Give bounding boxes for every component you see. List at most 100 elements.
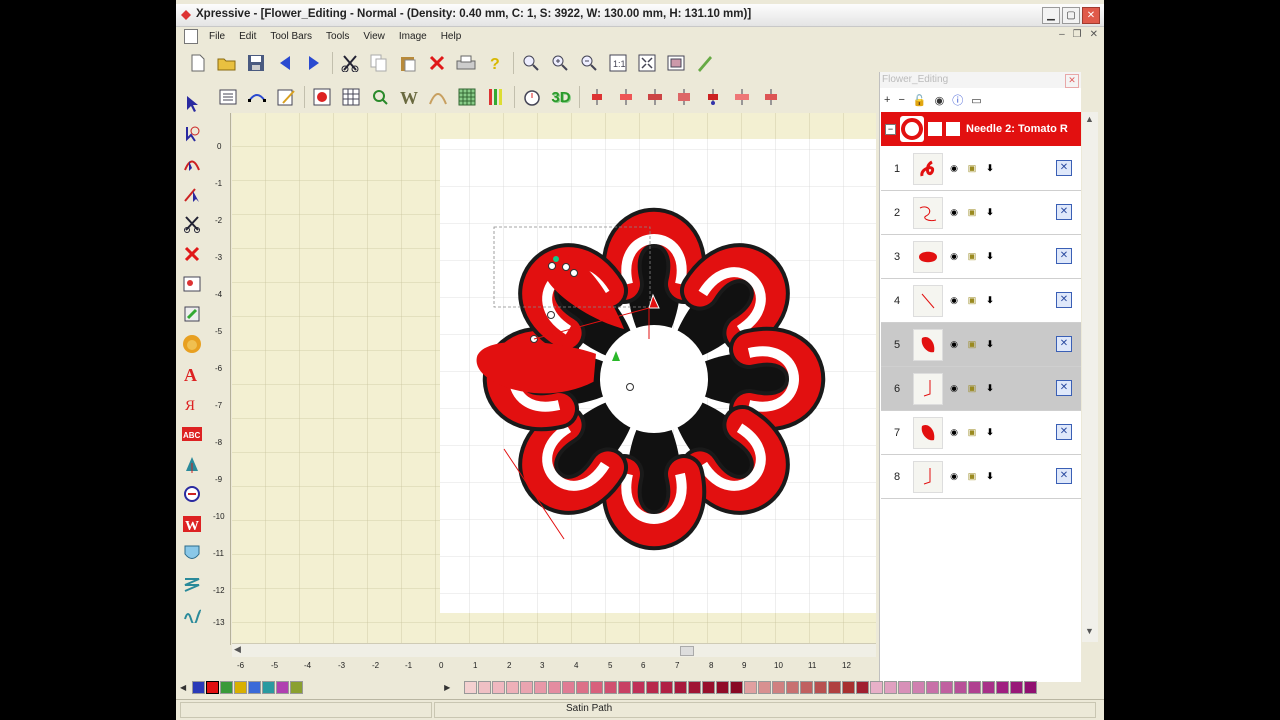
down-arrow-icon[interactable]: ⬇ bbox=[983, 250, 997, 264]
delete-object-icon[interactable]: ✕ bbox=[1056, 204, 1072, 220]
scroll-right-icon[interactable]: ▶ bbox=[444, 683, 450, 692]
scroll-thumb[interactable] bbox=[680, 646, 694, 656]
close-button[interactable]: ✕ bbox=[1082, 7, 1100, 24]
palette-swatch[interactable] bbox=[814, 681, 828, 694]
copy-button[interactable] bbox=[367, 52, 391, 74]
arc-button[interactable] bbox=[426, 86, 450, 108]
thread-swatch[interactable] bbox=[220, 681, 234, 694]
select-tool[interactable] bbox=[180, 92, 204, 115]
menu-edit[interactable]: Edit bbox=[232, 31, 263, 42]
delete-object-icon[interactable]: ✕ bbox=[1056, 468, 1072, 484]
lock-icon[interactable]: ▣ bbox=[965, 162, 979, 176]
palette-swatch[interactable] bbox=[674, 681, 688, 694]
stopwatch-button[interactable] bbox=[520, 86, 544, 108]
image-tool[interactable] bbox=[180, 272, 204, 295]
palette-swatch[interactable] bbox=[828, 681, 842, 694]
palette-swatch[interactable] bbox=[618, 681, 632, 694]
palette-swatch[interactable] bbox=[478, 681, 492, 694]
palette-swatch[interactable] bbox=[744, 681, 758, 694]
palette-swatch[interactable] bbox=[702, 681, 716, 694]
palette-swatch[interactable] bbox=[940, 681, 954, 694]
scroll-left-icon[interactable]: ◀ bbox=[180, 683, 186, 692]
thread-swatch[interactable] bbox=[248, 681, 262, 694]
palette-swatch[interactable] bbox=[506, 681, 520, 694]
palette-swatch[interactable] bbox=[562, 681, 576, 694]
down-arrow-icon[interactable]: ⬇ bbox=[983, 470, 997, 484]
palette-swatch[interactable] bbox=[898, 681, 912, 694]
satin-tool[interactable]: W bbox=[180, 512, 204, 535]
eye-icon[interactable]: ◉ bbox=[947, 470, 961, 484]
needle-1-button[interactable] bbox=[585, 86, 609, 108]
palette-swatch[interactable] bbox=[926, 681, 940, 694]
eye-icon[interactable]: ◉ bbox=[947, 382, 961, 396]
palette-swatch[interactable] bbox=[688, 681, 702, 694]
forward-button[interactable] bbox=[302, 52, 326, 74]
zoom-button[interactable] bbox=[519, 52, 543, 74]
needle-2-button[interactable] bbox=[614, 86, 638, 108]
open-button[interactable] bbox=[215, 52, 239, 74]
down-arrow-icon[interactable]: ⬇ bbox=[983, 162, 997, 176]
lock-icon[interactable]: ▣ bbox=[965, 250, 979, 264]
palette-swatch[interactable] bbox=[716, 681, 730, 694]
expand-icon[interactable]: + bbox=[884, 94, 890, 106]
delete-button[interactable] bbox=[425, 52, 449, 74]
palette-swatch[interactable] bbox=[954, 681, 968, 694]
menu-view[interactable]: View bbox=[356, 31, 392, 42]
eye-icon[interactable]: ◉ bbox=[947, 338, 961, 352]
edit-handle[interactable] bbox=[570, 269, 578, 277]
magnify-button[interactable] bbox=[368, 86, 392, 108]
object-row[interactable]: 7 ◉ ▣ ⬇ ✕ bbox=[881, 411, 1081, 455]
eye-icon[interactable]: ◉ bbox=[935, 94, 945, 107]
abc-tool[interactable]: ABC bbox=[180, 422, 204, 445]
needle-4-button[interactable] bbox=[672, 86, 696, 108]
camera-icon[interactable]: ▭ bbox=[971, 94, 981, 107]
fill-tool[interactable] bbox=[180, 452, 204, 475]
palette-swatch[interactable] bbox=[604, 681, 618, 694]
panel-scrollbar[interactable]: ▲ ▼ bbox=[1082, 112, 1098, 642]
delete-node-tool[interactable] bbox=[180, 242, 204, 265]
needle-5-button[interactable] bbox=[701, 86, 725, 108]
hoop-grid-button[interactable] bbox=[455, 86, 479, 108]
zoom-out-button[interactable] bbox=[577, 52, 601, 74]
help-button[interactable]: ? bbox=[483, 52, 507, 74]
object-row-selected[interactable]: 5 ◉ ▣ ⬇ ✕ bbox=[881, 323, 1081, 367]
palette-swatch[interactable] bbox=[520, 681, 534, 694]
lock-icon[interactable]: 🔓 bbox=[913, 94, 927, 107]
delete-object-icon[interactable]: ✕ bbox=[1056, 292, 1072, 308]
menu-tools[interactable]: Tools bbox=[319, 31, 356, 42]
mdi-restore-button[interactable]: ❐ bbox=[1073, 29, 1082, 40]
collapse-box-icon[interactable]: − bbox=[885, 123, 896, 135]
color-picker-button[interactable] bbox=[310, 86, 334, 108]
object-row[interactable]: 4 ◉ ▣ ⬇ ✕ bbox=[881, 279, 1081, 323]
object-row[interactable]: 1 ◉ ▣ ⬇ ✕ bbox=[881, 147, 1081, 191]
palette-swatch[interactable] bbox=[548, 681, 562, 694]
run-tool[interactable] bbox=[180, 482, 204, 505]
object-row-selected[interactable]: 6 ◉ ▣ ⬇ ✕ bbox=[881, 367, 1081, 411]
down-arrow-icon[interactable]: ⬇ bbox=[983, 338, 997, 352]
fit-button[interactable] bbox=[635, 52, 659, 74]
save-button[interactable] bbox=[244, 52, 268, 74]
thread-swatch[interactable] bbox=[192, 681, 206, 694]
stitch-w-button[interactable]: W bbox=[397, 86, 421, 108]
palette-swatch[interactable] bbox=[884, 681, 898, 694]
palette-swatch[interactable] bbox=[786, 681, 800, 694]
lettering-tool[interactable]: A bbox=[180, 362, 204, 385]
mdi-minimize-button[interactable]: – bbox=[1059, 29, 1065, 40]
palette-swatch[interactable] bbox=[982, 681, 996, 694]
mdi-close-button[interactable]: ✕ bbox=[1090, 29, 1098, 40]
palette-swatch[interactable] bbox=[772, 681, 786, 694]
design-canvas[interactable] bbox=[232, 113, 876, 645]
grid-button[interactable] bbox=[339, 86, 363, 108]
lock-icon[interactable]: ▣ bbox=[965, 382, 979, 396]
lock-icon[interactable]: ▣ bbox=[965, 338, 979, 352]
node-tool[interactable] bbox=[180, 152, 204, 175]
object-row[interactable]: 3 ◉ ▣ ⬇ ✕ bbox=[881, 235, 1081, 279]
menu-help[interactable]: Help bbox=[434, 31, 469, 42]
menu-file[interactable]: File bbox=[202, 31, 232, 42]
paste-button[interactable] bbox=[396, 52, 420, 74]
document-icon[interactable] bbox=[184, 28, 198, 44]
object-row[interactable]: 2 ◉ ▣ ⬇ ✕ bbox=[881, 191, 1081, 235]
palette-swatch[interactable] bbox=[730, 681, 744, 694]
print-button[interactable] bbox=[454, 52, 478, 74]
needle-group-row[interactable]: − Needle 2: Tomato R bbox=[881, 112, 1081, 146]
